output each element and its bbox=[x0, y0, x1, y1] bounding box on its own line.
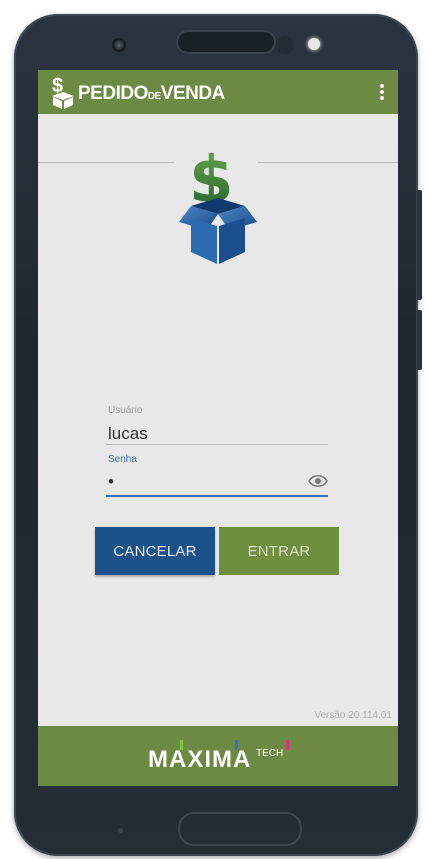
app-bar: $ PEDIDODEVENDA bbox=[38, 70, 398, 114]
earpiece-speaker bbox=[176, 30, 276, 54]
dollar-box-icon: $ bbox=[52, 75, 74, 109]
eye-icon[interactable] bbox=[308, 474, 328, 488]
brand-mark-pink bbox=[286, 740, 289, 750]
microphone bbox=[118, 828, 123, 833]
password-input[interactable]: • bbox=[108, 472, 114, 492]
app-title-main: PEDIDO bbox=[78, 83, 148, 104]
app-title: PEDIDODEVENDA bbox=[78, 83, 225, 105]
brand-mark-blue bbox=[235, 740, 238, 750]
volume-button bbox=[417, 190, 422, 300]
brand-mark-green bbox=[180, 740, 183, 750]
password-underline bbox=[106, 495, 328, 497]
footer-bar: MAXIMA TECH bbox=[38, 726, 398, 786]
power-button bbox=[417, 310, 422, 370]
divider-right bbox=[258, 162, 398, 163]
username-label: Usuário bbox=[108, 405, 143, 416]
version-label: Versão 20.114.01 bbox=[314, 710, 392, 721]
username-input[interactable]: lucas bbox=[108, 424, 148, 444]
app-title-de: DE bbox=[147, 91, 161, 102]
front-camera bbox=[112, 38, 126, 52]
proximity-sensor bbox=[276, 36, 294, 54]
money-box-logo-icon: $ bbox=[179, 144, 257, 264]
app-title-end: VENDA bbox=[160, 83, 226, 104]
front-flash bbox=[308, 38, 320, 50]
more-vert-icon[interactable] bbox=[374, 78, 390, 106]
app-screen: $ PEDIDODEVENDA $ Usuário lucas Senha • … bbox=[38, 70, 398, 786]
home-button[interactable] bbox=[178, 812, 302, 846]
divider-left bbox=[38, 162, 174, 163]
enter-button[interactable]: ENTRAR bbox=[219, 527, 339, 575]
cancel-button[interactable]: CANCELAR bbox=[95, 527, 215, 575]
username-underline bbox=[106, 444, 328, 445]
password-label: Senha bbox=[108, 454, 137, 465]
brand-suffix: TECH bbox=[256, 748, 284, 759]
brand-name: MAXIMA bbox=[148, 746, 252, 773]
